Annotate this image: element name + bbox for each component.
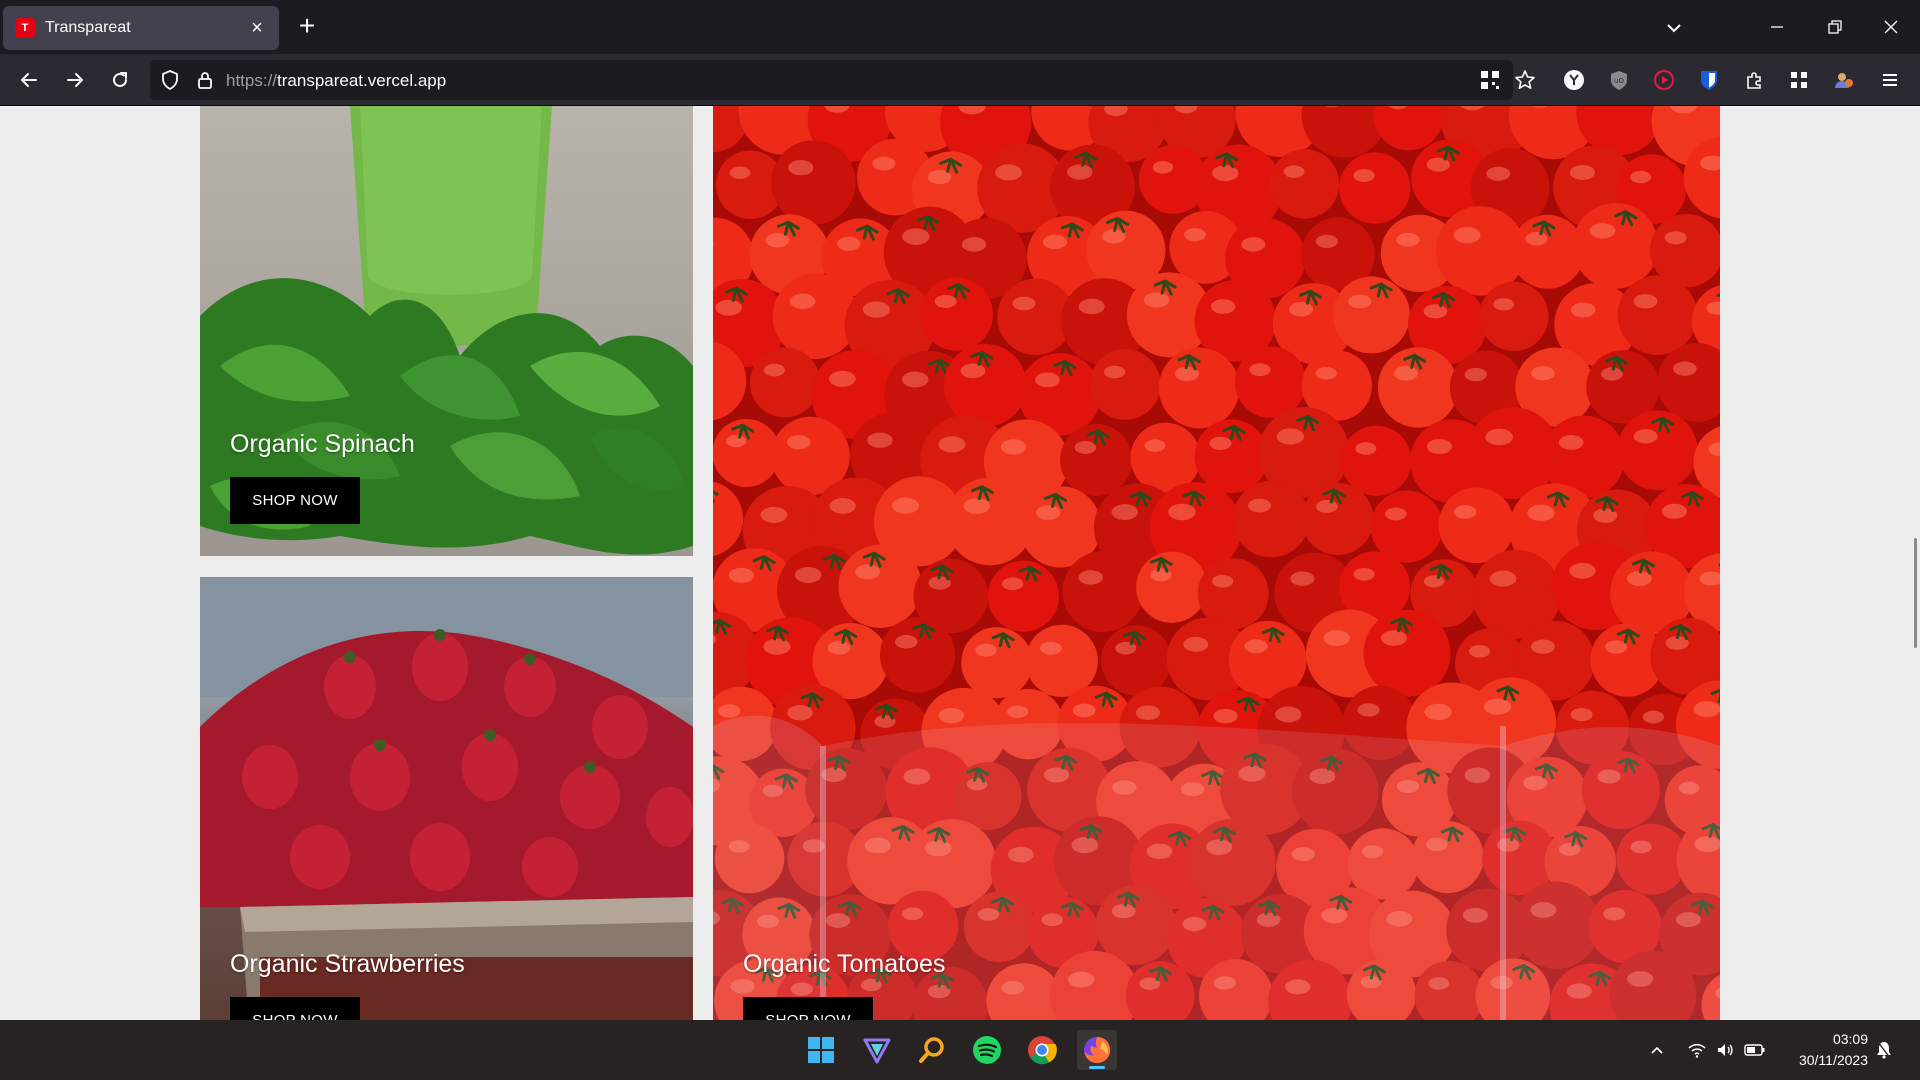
address-bar[interactable]: https://transpareat.vercel.app [150, 60, 1535, 100]
qr-code-icon[interactable] [1480, 70, 1500, 90]
windows-start-icon[interactable] [801, 1030, 841, 1070]
tab-title: Transpareat [45, 19, 131, 36]
profile-extension-icon[interactable] [1830, 66, 1858, 94]
arrow-right-icon [67, 73, 83, 87]
vpn-app-icon[interactable] [857, 1030, 897, 1070]
product-card-tomatoes[interactable]: Organic Tomatoes SHOP NOW [713, 106, 1720, 1020]
tracking-protection-icon[interactable] [158, 68, 182, 92]
shop-now-button[interactable]: SHOP NOW [230, 997, 360, 1020]
menu-hamburger-icon[interactable] [1876, 66, 1904, 94]
grid-extension-icon[interactable] [1785, 66, 1813, 94]
page-viewport: Organic Spinach SHOP NOW Organic Strawbe… [0, 106, 1920, 1020]
chevron-up-icon[interactable] [1645, 1038, 1669, 1062]
extension-y-icon[interactable] [1560, 66, 1588, 94]
bookmark-star-icon[interactable] [1514, 69, 1536, 91]
forward-button[interactable] [60, 65, 90, 95]
arrow-left-icon [21, 73, 37, 87]
record-extension-icon[interactable] [1650, 66, 1678, 94]
tab-favicon: T [15, 18, 35, 38]
product-card-strawberries[interactable]: Organic Strawberries SHOP NOW [200, 577, 693, 1020]
close-window-icon[interactable] [1876, 12, 1906, 42]
list-all-tabs-icon[interactable] [1660, 14, 1688, 42]
svg-text:uO: uO [1614, 77, 1624, 85]
product-card-spinach[interactable]: Organic Spinach SHOP NOW [200, 106, 693, 556]
wifi-icon[interactable] [1685, 1038, 1709, 1062]
clock-time: 03:09 [1832, 1031, 1868, 1047]
back-button[interactable] [14, 65, 44, 95]
tab-strip: T Transpareat × + [0, 0, 1920, 54]
shop-now-button[interactable]: SHOP NOW [743, 997, 873, 1020]
card-caption: Organic Strawberries [230, 950, 465, 978]
restore-icon[interactable] [1820, 12, 1850, 42]
tab-transpareat[interactable]: T Transpareat × [3, 6, 279, 50]
reload-icon [113, 72, 127, 87]
card-caption: Organic Spinach [230, 430, 415, 458]
tomatoes-image [713, 106, 1720, 1020]
navigation-toolbar: https://transpareat.vercel.app uO [0, 54, 1920, 106]
clock-date: 30/11/2023 [1798, 1052, 1868, 1068]
url-text[interactable]: https://transpareat.vercel.app [226, 71, 446, 91]
page-scrollbar[interactable] [1914, 538, 1917, 648]
tab-close-icon[interactable]: × [247, 18, 267, 38]
extensions-puzzle-icon[interactable] [1740, 66, 1768, 94]
search-app-icon[interactable] [912, 1030, 952, 1070]
url-host: transpareat.vercel.app [277, 71, 447, 90]
lock-icon[interactable] [194, 69, 216, 91]
notifications-icon[interactable] [1872, 1038, 1896, 1062]
bitwarden-icon[interactable] [1695, 66, 1723, 94]
url-scheme: https:// [226, 71, 278, 90]
chrome-icon[interactable] [1022, 1030, 1062, 1070]
battery-icon[interactable] [1743, 1038, 1767, 1062]
windows-taskbar: 03:09 30/11/2023 [0, 1020, 1920, 1080]
reload-button[interactable] [105, 65, 135, 95]
card-caption: Organic Tomatoes [743, 950, 946, 978]
ublock-origin-icon[interactable]: uO [1605, 66, 1633, 94]
minimize-icon[interactable] [1762, 12, 1792, 42]
shop-now-button[interactable]: SHOP NOW [230, 477, 360, 524]
firefox-icon[interactable] [1077, 1030, 1117, 1070]
spotify-icon[interactable] [967, 1030, 1007, 1070]
system-clock[interactable]: 03:09 30/11/2023 [1778, 1029, 1868, 1071]
new-tab-button[interactable]: + [292, 12, 322, 42]
volume-icon[interactable] [1713, 1038, 1737, 1062]
